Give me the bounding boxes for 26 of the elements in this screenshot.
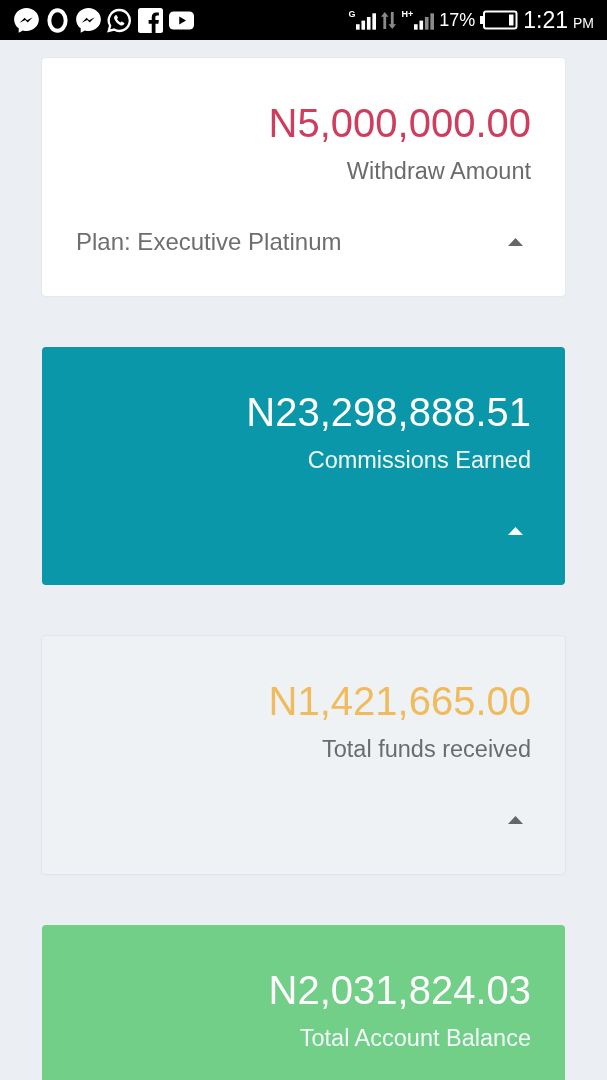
network-type-label: H+: [401, 10, 414, 19]
plan-label: Plan: Executive Platinum: [76, 228, 342, 256]
chat-bubble-icon: [14, 7, 39, 33]
clock-time: 1:21: [523, 7, 568, 33]
amount-caption: Commissions Earned: [307, 446, 531, 474]
battery-percent: 17%: [439, 9, 476, 31]
caret-up-icon[interactable]: [508, 816, 523, 824]
amount-caption: Total Account Balance: [299, 1024, 531, 1052]
f-logo-icon: [138, 7, 163, 33]
signal-icon: [356, 13, 377, 30]
amount-value: N23,298,888.51: [246, 389, 531, 436]
battery-icon: [480, 10, 519, 30]
amount-caption: Total funds received: [322, 735, 531, 763]
data-arrows-icon: [381, 10, 397, 30]
amount-value: N2,031,824.03: [268, 967, 531, 1014]
ring-icon: [45, 7, 70, 33]
phone-bubble-icon: [107, 7, 132, 33]
amount-value: N5,000,000.00: [268, 100, 531, 147]
amount-caption: Withdraw Amount: [346, 157, 531, 185]
network-type-label: G: [348, 10, 356, 19]
chat-bubble-icon: [76, 7, 101, 33]
clock-meridiem: PM: [573, 14, 594, 31]
signal-icon: [414, 13, 435, 30]
caret-up-icon[interactable]: [508, 238, 523, 246]
caret-up-icon[interactable]: [508, 527, 523, 535]
amount-value: N1,421,665.00: [268, 678, 531, 725]
